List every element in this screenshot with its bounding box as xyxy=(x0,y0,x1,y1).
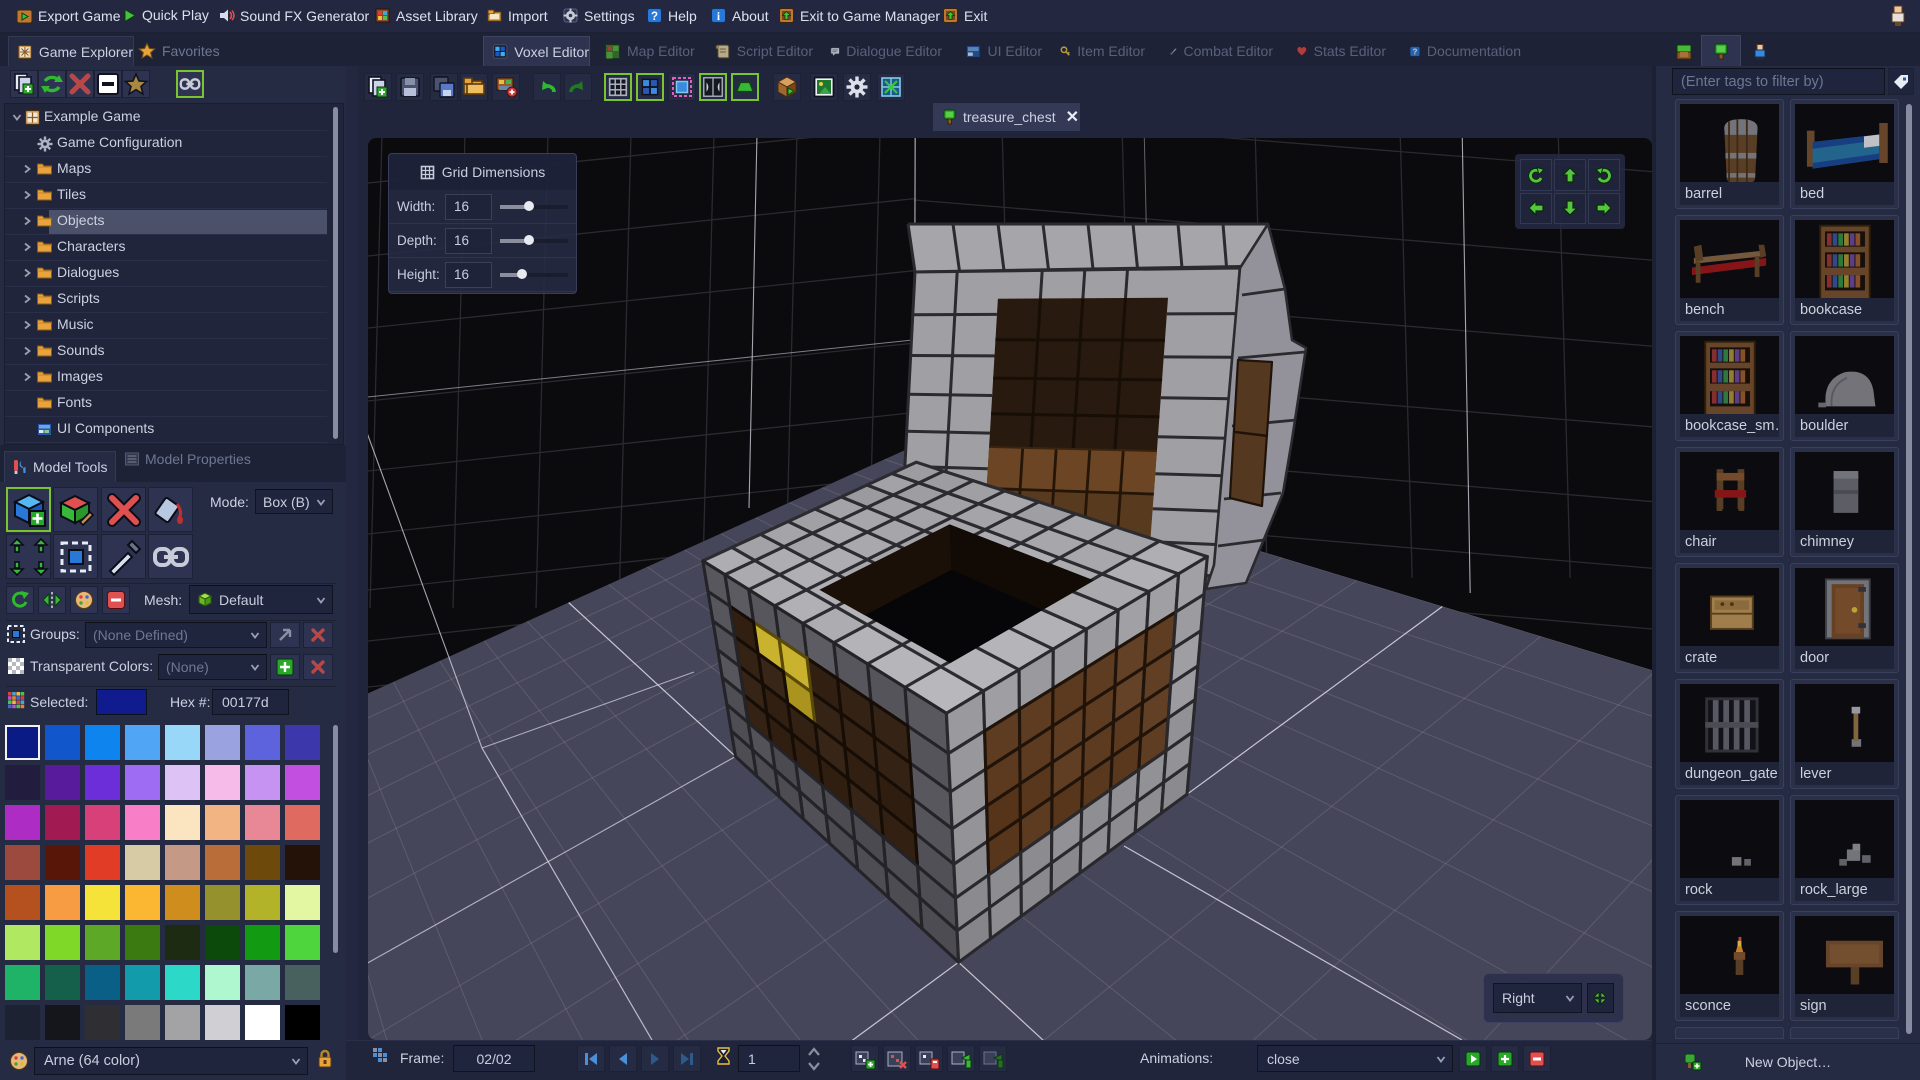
svg-text:?: ? xyxy=(1412,47,1417,56)
svg-text:?: ? xyxy=(651,11,658,23)
